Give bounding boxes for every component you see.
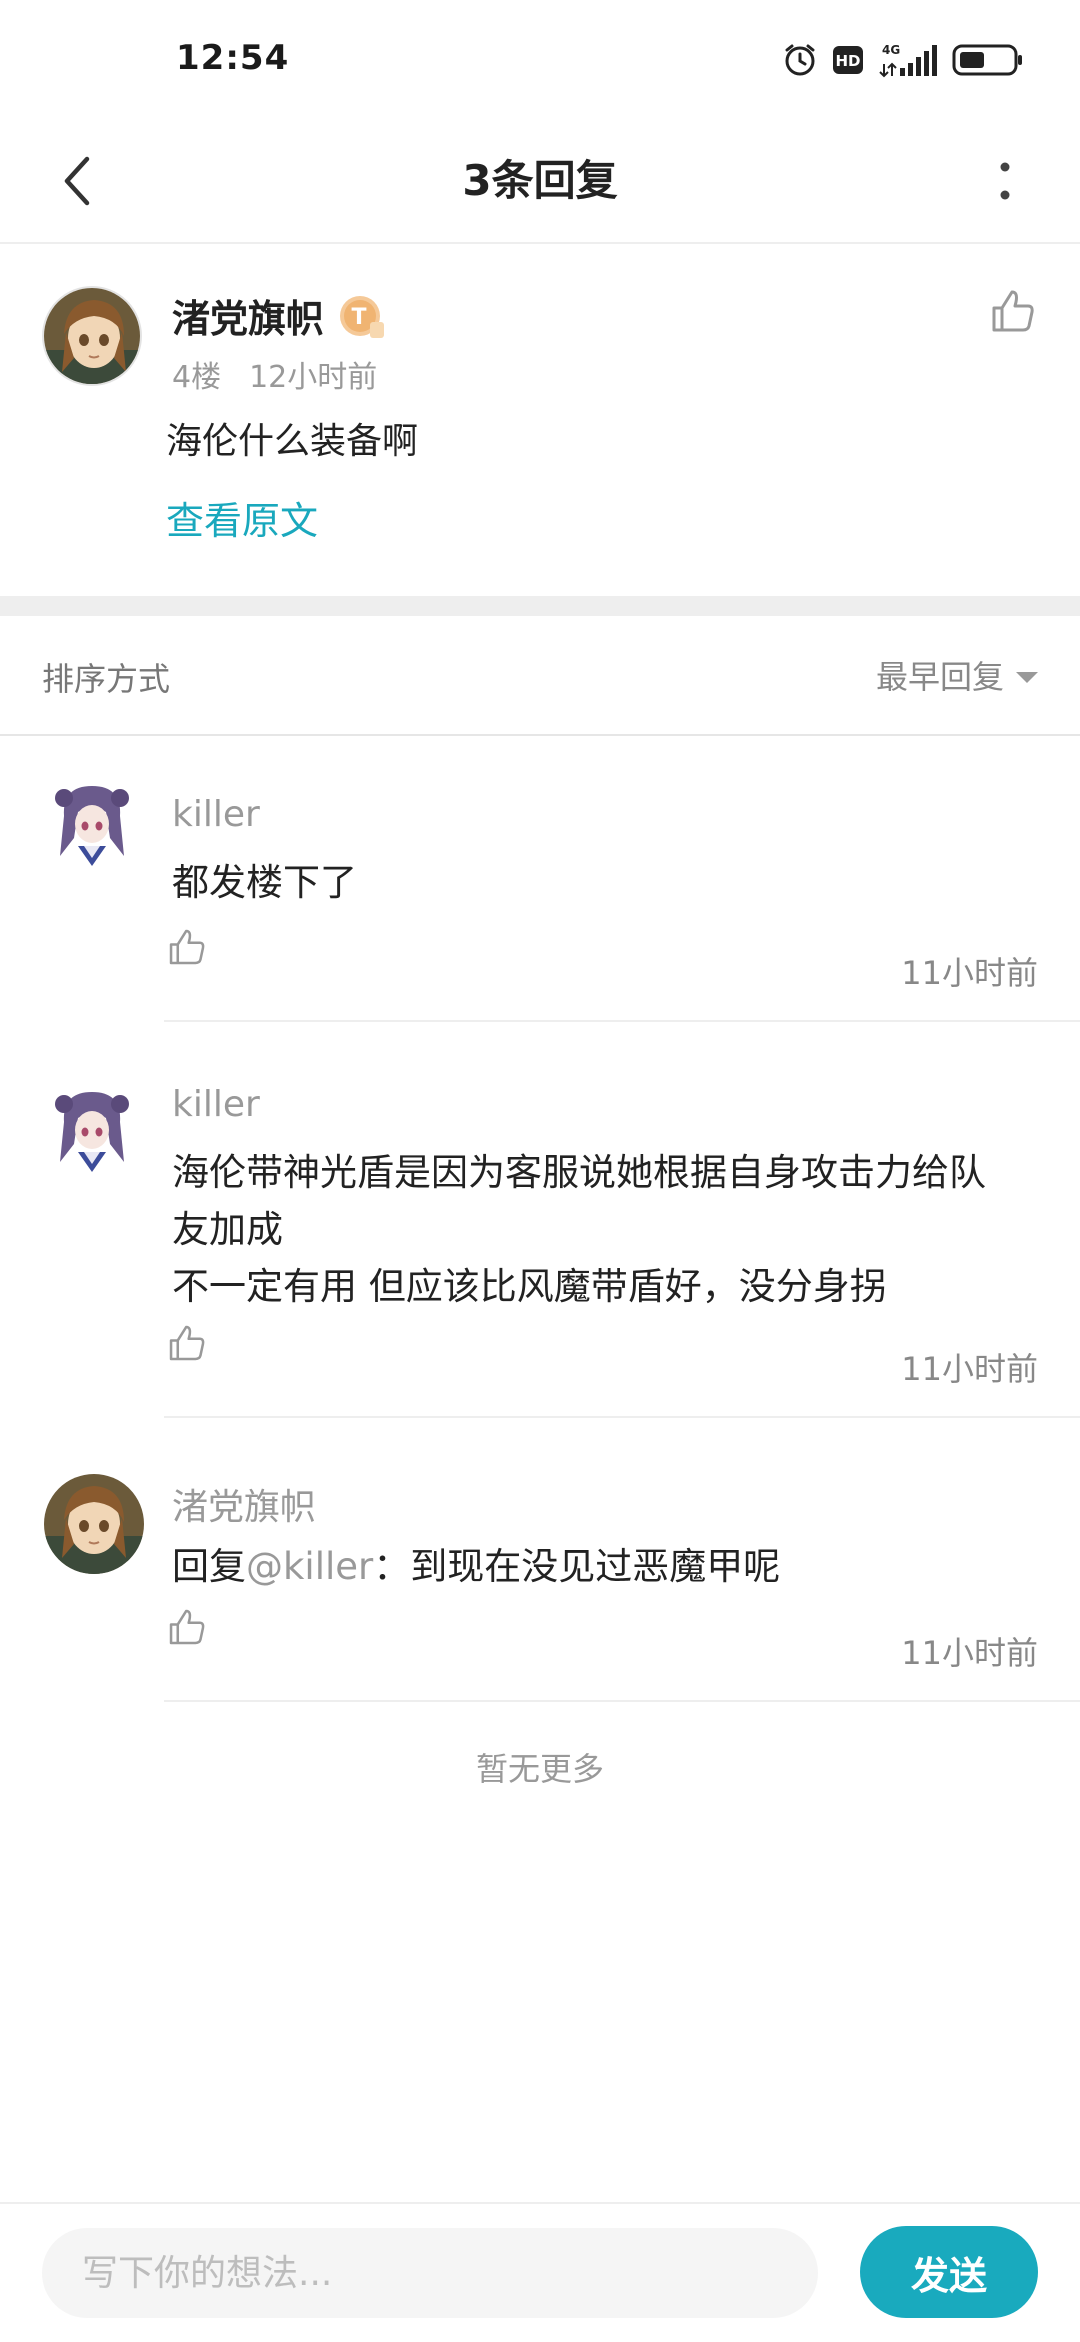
battery-icon <box>952 43 1024 77</box>
hd-icon: HD <box>832 45 864 75</box>
thumbs-up-icon <box>169 1325 205 1361</box>
avatar[interactable] <box>44 776 140 872</box>
more-button[interactable] <box>970 146 1040 216</box>
reply-divider <box>164 1700 1080 1702</box>
post-content: 海伦什么装备啊 <box>166 421 419 462</box>
sort-label: 排序方式 <box>42 660 171 698</box>
post-time: 12小时前 <box>249 360 378 395</box>
avatar[interactable] <box>44 1082 140 1178</box>
reply-prefix: 回复 <box>172 1545 246 1588</box>
status-bar: 12:54 HD 4G <box>0 0 1080 120</box>
like-button[interactable] <box>166 926 208 968</box>
reply-item: 渚党旗帜 回复@killer：到现在没见过恶魔甲呢 11小时前 <box>0 1420 1080 1702</box>
hd-label: HD <box>835 52 860 70</box>
more-vertical-icon <box>1000 162 1010 200</box>
reply-author[interactable]: killer <box>172 794 260 835</box>
signal-icon: 4G <box>878 42 938 78</box>
original-post: 渚党旗帜 T 4楼 12小时前 海伦什么装备啊 查看原文 <box>0 244 1080 596</box>
sort-bar: 排序方式 最早回复 <box>0 616 1080 736</box>
top-nav: 3条回复 <box>0 120 1080 244</box>
like-button[interactable] <box>166 1606 208 1648</box>
level-badge-text: T <box>351 305 366 330</box>
send-button[interactable]: 发送 <box>860 2226 1038 2318</box>
thumbs-up-icon <box>169 1609 205 1645</box>
level-badge-icon: T <box>338 294 386 342</box>
reply-time: 11小时前 <box>901 1634 1038 1672</box>
reply-time: 11小时前 <box>901 1350 1038 1388</box>
comment-input[interactable] <box>42 2228 818 2318</box>
reply-author[interactable]: killer <box>172 1084 260 1125</box>
like-button[interactable] <box>988 286 1038 336</box>
section-divider <box>0 596 1080 616</box>
reply-author[interactable]: 渚党旗帜 <box>172 1478 316 1530</box>
reply-item: killer 海伦带神光盾是因为客服说她根据自身攻击力给队 友加成 不一定有用 … <box>0 1022 1080 1420</box>
post-meta: 4楼 12小时前 <box>172 352 377 396</box>
reply-time: 11小时前 <box>901 954 1038 992</box>
thumbs-up-icon <box>992 290 1034 332</box>
sort-dropdown[interactable]: 最早回复 <box>876 652 1038 698</box>
like-button[interactable] <box>166 1322 208 1364</box>
caret-down-icon <box>1016 671 1038 683</box>
avatar[interactable] <box>42 286 142 386</box>
avatar[interactable] <box>44 1474 144 1574</box>
back-button[interactable] <box>32 136 122 226</box>
no-more-label: 暂无更多 <box>475 1750 604 1788</box>
page-title: 3条回复 <box>462 156 618 205</box>
view-original-link[interactable]: 查看原文 <box>166 490 318 545</box>
network-label: 4G <box>882 43 900 57</box>
reply-text: ：到现在没见过恶魔甲呢 <box>373 1545 781 1588</box>
mention-link[interactable]: @killer <box>246 1545 373 1588</box>
comment-bar: 发送 <box>0 2202 1080 2342</box>
chevron-left-icon <box>64 156 90 206</box>
reply-content: 海伦带神光盾是因为客服说她根据自身攻击力给队 友加成 不一定有用 但应该比风魔带… <box>172 1151 986 1308</box>
status-time: 12:54 <box>176 38 290 78</box>
alarm-icon <box>782 42 818 78</box>
reply-content: 回复@killer：到现在没见过恶魔甲呢 <box>172 1538 1042 1595</box>
reply-item: killer 都发楼下了 11小时前 <box>0 736 1080 1022</box>
reply-content: 都发楼下了 <box>172 861 357 904</box>
reply-divider <box>164 1416 1080 1418</box>
thumbs-up-icon <box>169 929 205 965</box>
author-name[interactable]: 渚党旗帜 <box>172 288 324 343</box>
sort-selected-value: 最早回复 <box>875 658 1004 696</box>
floor-number: 4楼 <box>172 360 222 395</box>
status-icons: HD 4G <box>782 40 1024 80</box>
